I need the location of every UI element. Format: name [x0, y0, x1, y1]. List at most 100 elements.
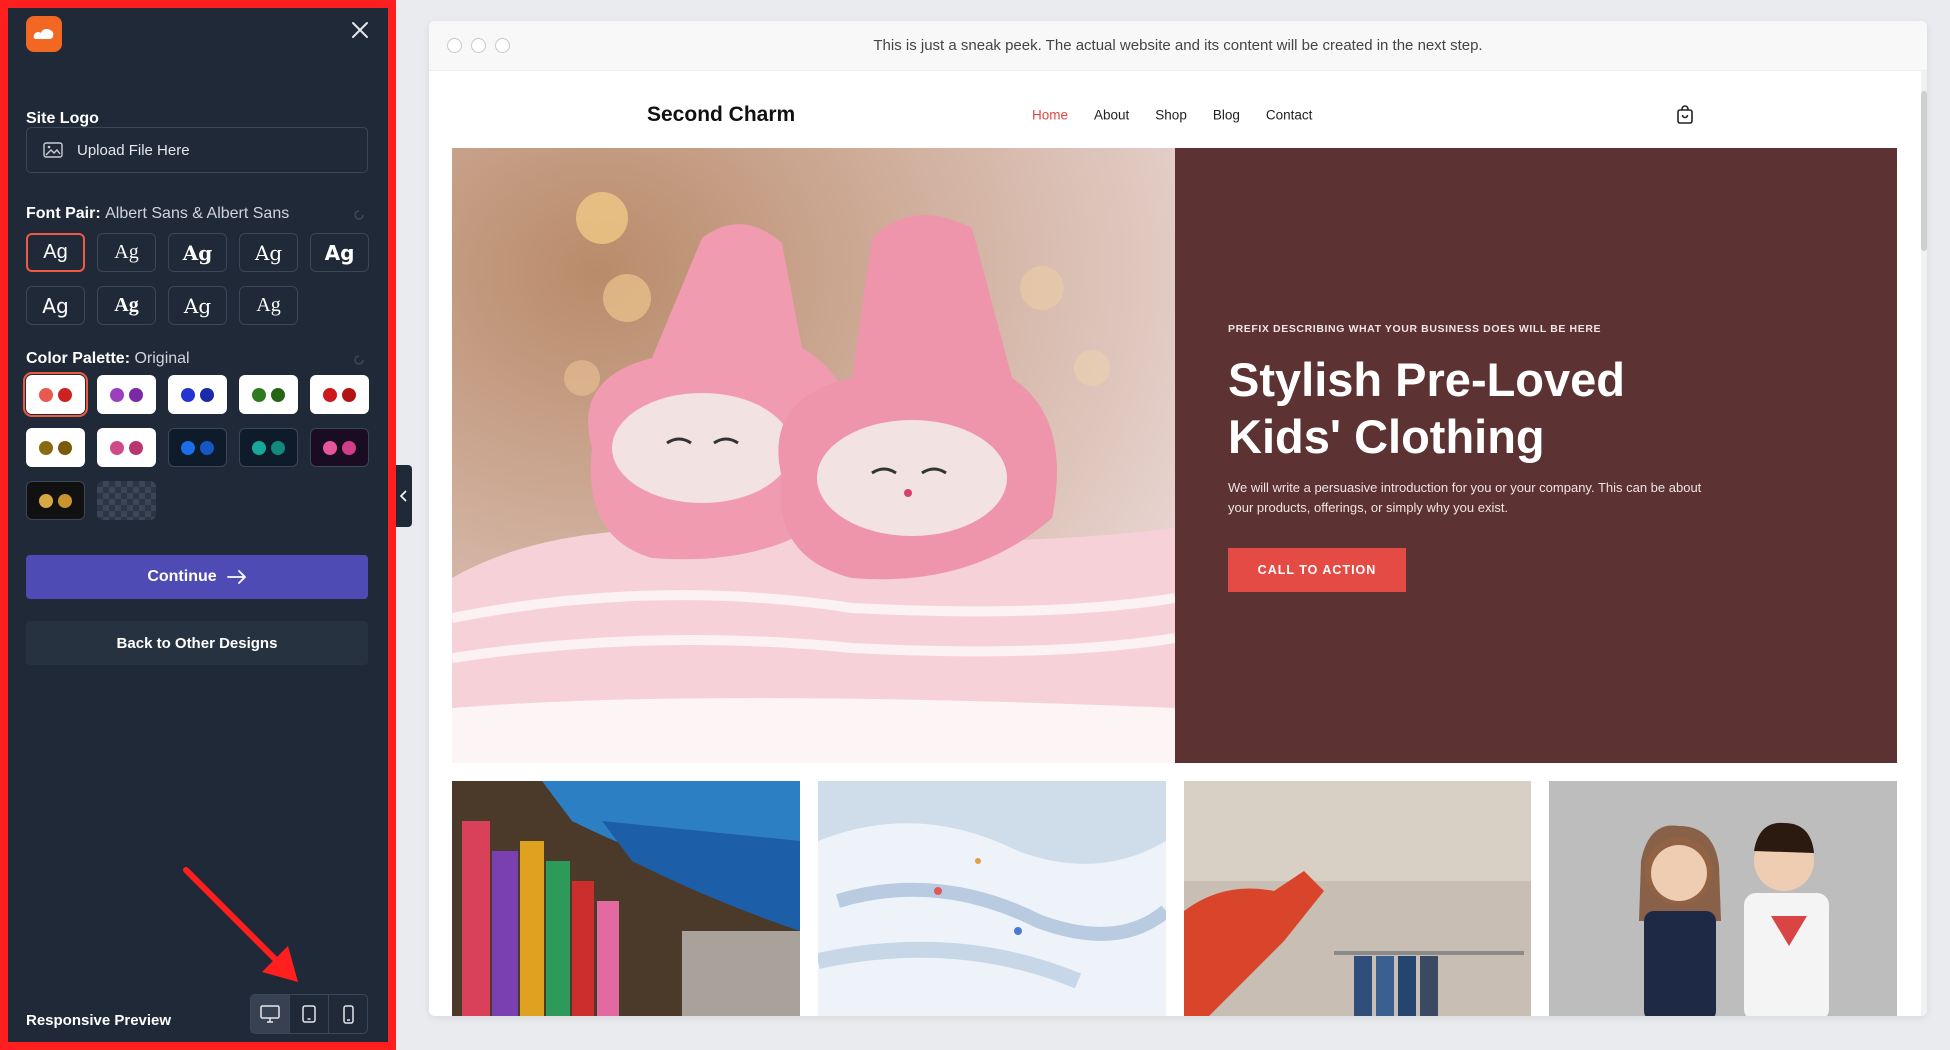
palette-option-11[interactable] [26, 481, 85, 520]
palette-color-dot [252, 440, 266, 455]
font-pair-value: Albert Sans & Albert Sans [105, 205, 290, 222]
tablet-preview-button[interactable] [290, 995, 329, 1033]
nav-about[interactable]: About [1094, 108, 1129, 123]
palette-option-6[interactable] [26, 428, 85, 467]
palette-option-8[interactable] [168, 428, 227, 467]
font-option-5[interactable]: Ag [310, 233, 369, 272]
palette-option-9[interactable] [239, 428, 298, 467]
palette-color-dot [129, 440, 143, 455]
hero-prefix: PREFIX DESCRIBING WHAT YOUR BUSINESS DOE… [1228, 323, 1602, 335]
reset-icon[interactable] [352, 208, 366, 222]
image-gallery [452, 781, 1897, 1016]
font-option-9[interactable]: Ag [239, 286, 298, 325]
gallery-image-market [452, 781, 800, 1016]
palette-color-dot [200, 387, 214, 402]
sneak-peek-notice: This is just a sneak peek. The actual we… [873, 37, 1483, 54]
window-dot [447, 38, 462, 53]
hero-section: PREFIX DESCRIBING WHAT YOUR BUSINESS DOE… [452, 148, 1897, 763]
site-logo-label: Site Logo [26, 110, 99, 127]
palette-color-dot [200, 440, 214, 455]
continue-button[interactable]: Continue [26, 555, 368, 599]
kids-portrait-photo [1549, 781, 1897, 1016]
font-option-1[interactable]: Ag [26, 233, 85, 272]
font-option-2[interactable]: Ag [97, 233, 156, 272]
palette-color-dot [39, 387, 53, 402]
hero-title: Stylish Pre-Loved Kids' Clothing [1228, 353, 1625, 463]
palette-color-dot [342, 440, 356, 455]
baby-clothes-photo [817, 781, 1166, 1016]
cloud-logo-icon [33, 29, 54, 39]
upload-label: Upload File Here [77, 141, 190, 159]
close-button[interactable] [344, 14, 376, 46]
site-brand[interactable]: Second Charm [647, 103, 795, 127]
gallery-image-kids [1549, 781, 1897, 1016]
window-dot [471, 38, 486, 53]
palette-option-12[interactable] [97, 481, 156, 520]
window-dot [495, 38, 510, 53]
palette-color-dot [181, 387, 195, 402]
gallery-image-rack [1183, 781, 1532, 1016]
baby-booties-photo [452, 148, 1175, 763]
palette-color-dot [323, 387, 337, 402]
nav-home[interactable]: Home [1032, 108, 1068, 123]
mobile-preview-button[interactable] [329, 995, 367, 1033]
collapse-sidebar-button[interactable] [396, 465, 412, 527]
tablet-icon [302, 1005, 316, 1023]
color-palette-value: Original [134, 350, 190, 367]
desktop-icon [260, 1005, 280, 1023]
clothing-market-photo [452, 781, 800, 1016]
app-logo [26, 16, 62, 52]
palette-color-dot [271, 387, 285, 402]
nav-blog[interactable]: Blog [1213, 108, 1240, 123]
palette-option-7[interactable] [97, 428, 156, 467]
palette-color-dot [342, 387, 356, 402]
font-option-7[interactable]: Ag [97, 286, 156, 325]
scrollbar-thumb[interactable] [1921, 91, 1927, 251]
palette-color-dot [39, 493, 53, 508]
palette-color-dot [129, 387, 143, 402]
chevron-left-icon [400, 490, 407, 502]
palette-color-dot [271, 440, 285, 455]
nav-shop[interactable]: Shop [1155, 108, 1187, 123]
palette-option-2[interactable] [97, 375, 156, 414]
clothing-rack-photo [1183, 781, 1532, 1016]
device-switcher [250, 994, 368, 1034]
palette-color-dot [58, 493, 72, 508]
font-option-4[interactable]: Ag [239, 233, 298, 272]
palette-color-dot [181, 440, 195, 455]
site-nav: Home About Shop Blog Contact [1032, 108, 1312, 123]
font-option-6[interactable]: Ag [26, 286, 85, 325]
gallery-image-fabric [817, 781, 1166, 1016]
palette-option-4[interactable] [239, 375, 298, 414]
website-preview: This is just a sneak peek. The actual we… [429, 21, 1927, 1016]
palette-option-3[interactable] [168, 375, 227, 414]
palette-color-dot [323, 440, 337, 455]
palette-color-dot [58, 387, 72, 402]
design-sidebar: Site Logo Upload File Here Font Pair: Al… [0, 0, 396, 1050]
palette-color-dot [110, 387, 124, 402]
hero-description: We will write a persuasive introduction … [1228, 480, 1702, 515]
font-option-3[interactable]: Ag [168, 233, 227, 272]
reset-icon[interactable] [352, 353, 366, 367]
palette-option-5[interactable] [310, 375, 369, 414]
font-option-8[interactable]: Ag [168, 286, 227, 325]
call-to-action-button[interactable]: CALL TO ACTION [1228, 548, 1406, 592]
palette-option-10[interactable] [310, 428, 369, 467]
palette-color-dot [58, 440, 72, 455]
palette-color-dot [110, 440, 124, 455]
font-pair-label: Font Pair: Albert Sans & Albert Sans [26, 205, 290, 222]
arrow-right-icon [226, 570, 246, 584]
desktop-preview-button[interactable] [251, 995, 290, 1033]
browser-bar: This is just a sneak peek. The actual we… [429, 21, 1927, 71]
palette-color-dot [39, 440, 53, 455]
upload-logo-button[interactable]: Upload File Here [26, 127, 368, 173]
hero-content: PREFIX DESCRIBING WHAT YOUR BUSINESS DOE… [1175, 148, 1897, 763]
hero-image [452, 148, 1175, 763]
palette-color-dot [252, 387, 266, 402]
mobile-icon [342, 1004, 354, 1024]
cart-icon[interactable] [1675, 105, 1695, 125]
nav-contact[interactable]: Contact [1266, 108, 1313, 123]
back-to-designs-button[interactable]: Back to Other Designs [26, 621, 368, 665]
palette-option-1[interactable] [23, 372, 88, 417]
annotation-arrow [183, 867, 298, 982]
